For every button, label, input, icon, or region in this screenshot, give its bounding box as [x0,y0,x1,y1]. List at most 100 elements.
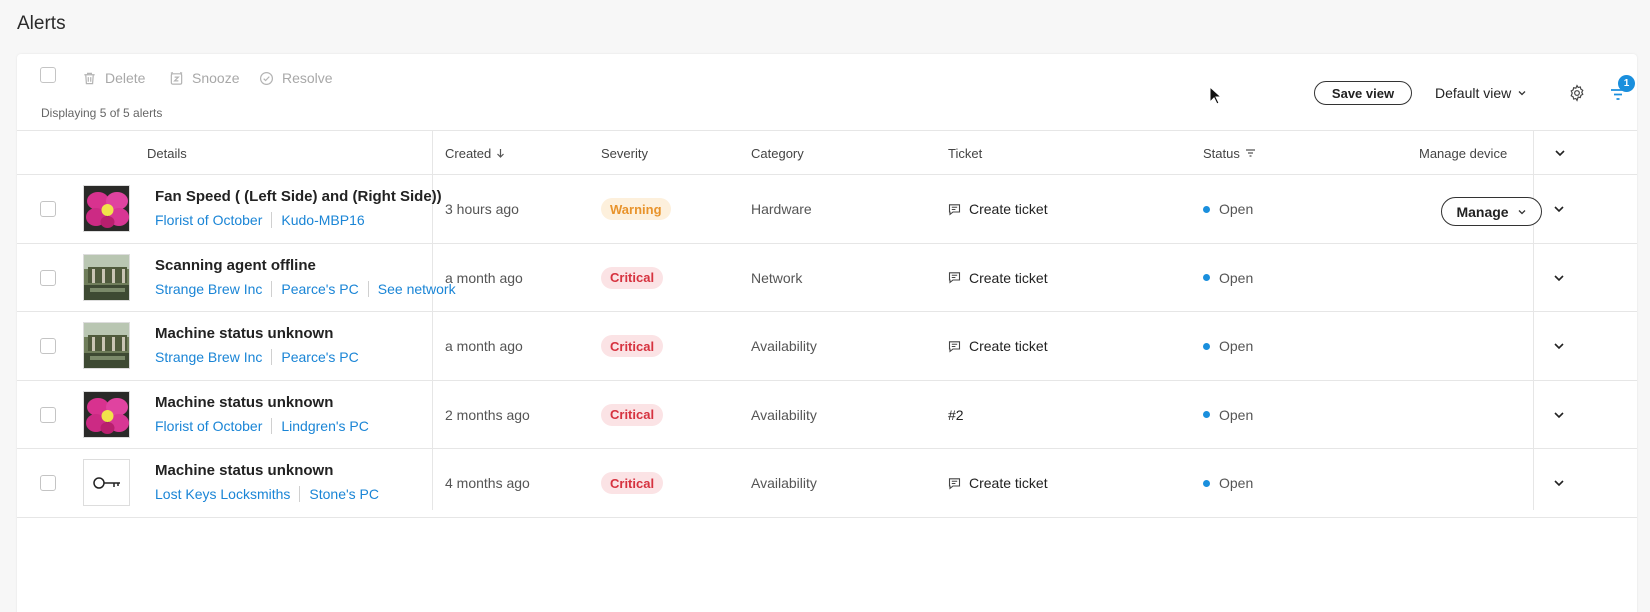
created-cell: a month ago [445,244,523,313]
severity-badge: Critical [601,335,664,358]
alert-link[interactable]: Kudo-MBP16 [271,212,373,228]
trash-icon [84,72,95,84]
category-text: Availability [751,338,817,355]
alert-link[interactable]: Pearce's PC [271,349,367,365]
category-cell: Hardware [751,175,812,244]
alert-title[interactable]: Machine status unknown [155,462,333,479]
created-text: 2 months ago [445,406,530,423]
snooze-label: Snooze [192,70,240,86]
create-ticket-button[interactable]: Create ticket [948,449,1048,518]
alert-title[interactable]: Scanning agent offline [155,257,316,274]
status-text: Open [1219,475,1254,492]
alert-title[interactable]: Machine status unknown [155,325,333,342]
create-ticket-button[interactable]: Create ticket [948,244,1048,313]
column-header-category[interactable]: Category [751,131,804,175]
table-row[interactable]: Machine status unknown Lost Keys Locksmit… [17,449,1637,518]
status-cell: Open [1203,175,1253,244]
default-view-label: Default view [1435,85,1512,101]
alert-link[interactable]: Stone's PC [299,486,388,502]
column-label: Created [445,145,492,161]
chevron-down-icon [1518,91,1526,96]
status-cell: Open [1203,244,1253,313]
create-ticket-button[interactable]: Create ticket [948,312,1048,381]
row-checkbox[interactable] [40,475,56,492]
column-header-status[interactable]: Status [1203,131,1256,175]
status-text: Open [1219,406,1254,423]
alert-link[interactable]: Strange Brew Inc [155,281,271,297]
chevron-down-icon[interactable] [1552,271,1566,285]
column-label: Manage device [1419,145,1508,161]
row-checkbox[interactable] [40,269,56,286]
alert-link[interactable]: Lost Keys Locksmiths [155,486,299,502]
manage-device-button[interactable]: Manage [1441,197,1542,226]
column-label: Ticket [948,145,983,161]
column-header-created[interactable]: Created [445,131,505,175]
organization-thumbnail [83,253,130,301]
column-header-ticket[interactable]: Ticket [948,131,982,175]
alert-title[interactable]: Fan Speed ( (Left Side) and (Right Side)… [155,188,442,205]
severity-badge: Critical [601,472,664,495]
gear-icon[interactable] [1568,84,1586,102]
alert-title[interactable]: Machine status unknown [155,394,333,411]
status-dot [1203,274,1210,282]
snooze-button[interactable]: Snooze [169,68,239,88]
create-ticket-button[interactable]: Create ticket [948,175,1048,244]
alert-link[interactable]: Florist of October [155,418,271,434]
select-all-checkbox[interactable] [40,67,56,83]
alert-links: Lost Keys Locksmiths Stone's PC [155,486,388,502]
severity-cell: Critical [601,244,664,313]
table-row[interactable]: Machine status unknown Florist of October… [17,381,1637,450]
category-text: Network [751,269,803,286]
save-view-button[interactable]: Save view [1314,81,1412,105]
alert-link[interactable]: Lindgren's PC [271,417,378,434]
status-dot [1203,205,1210,213]
alert-link[interactable]: Florist of October [155,212,271,228]
category-cell: Availability [751,312,817,381]
delete-button[interactable]: Delete [82,68,145,88]
severity-badge: Warning [601,198,671,221]
table-row[interactable]: Scanning agent offline Strange Brew Inc Pe… [17,244,1637,313]
resolve-label: Resolve [282,70,333,86]
status-dot [1203,479,1210,487]
toolbar: Delete Snooze Resolve Displaying 5 of 5 … [17,54,1637,130]
column-header-details: Details [147,131,187,175]
created-cell: 2 months ago [445,381,530,450]
status-text: Open [1219,201,1254,218]
default-view-dropdown[interactable]: Default view [1435,83,1527,103]
alert-link[interactable]: Pearce's PC [271,280,367,297]
status-text: Open [1219,338,1254,355]
severity-cell: Critical [601,312,664,381]
table-row[interactable]: Fan Speed ( (Left Side) and (Right Side)… [17,175,1637,244]
chevron-down-icon[interactable] [1552,202,1566,216]
created-text: 4 months ago [445,475,530,492]
created-cell: 3 hours ago [445,175,519,244]
chevron-down-icon[interactable] [1553,146,1567,160]
chevron-down-icon[interactable] [1552,408,1566,422]
comment-icon [948,203,961,216]
column-header-severity[interactable]: Severity [601,131,648,175]
column-label: Status [1203,145,1240,161]
row-checkbox[interactable] [40,338,56,355]
row-checkbox[interactable] [40,201,56,218]
organization-thumbnail [83,322,130,370]
alert-links: Florist of October Kudo-MBP16 [155,212,374,228]
ticket-label: Create ticket [969,338,1048,355]
table-row[interactable]: Machine status unknown Strange Brew Inc Pe… [17,312,1637,381]
chevron-down-icon[interactable] [1552,476,1566,490]
category-text: Hardware [751,201,812,218]
created-text: a month ago [445,269,523,286]
alert-count-text: Displaying 5 of 5 alerts [41,106,163,120]
severity-badge: Critical [601,266,664,289]
category-cell: Network [751,244,802,313]
row-checkbox[interactable] [40,406,56,423]
mouse-cursor-icon [1209,86,1223,105]
chevron-down-icon[interactable] [1552,339,1566,353]
ticket-number-link[interactable]: #2 [948,381,964,450]
comment-icon [948,271,961,284]
column-label: Details [147,145,187,161]
resolve-button[interactable]: Resolve [259,68,333,88]
status-cell: Open [1203,381,1253,450]
ticket-label: Create ticket [969,201,1048,218]
severity-cell: Critical [601,449,664,518]
alert-link[interactable]: Strange Brew Inc [155,349,271,365]
